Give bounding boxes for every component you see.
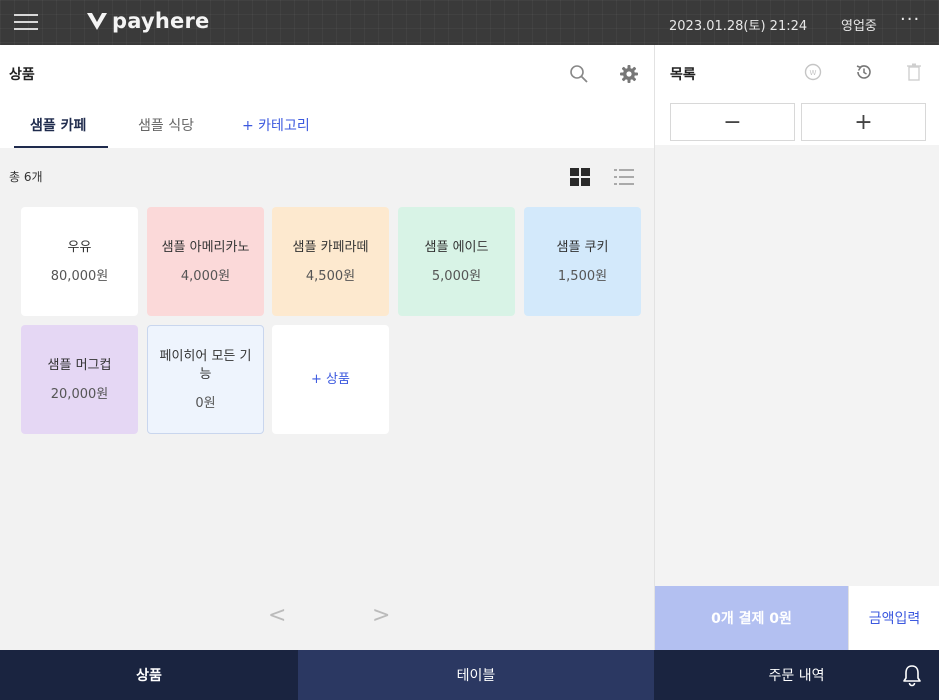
product-grid-area: 총 6개 우유 80,000원 샘플 아메리카노 4,000원 샘플 카페라떼 …	[0, 148, 654, 650]
product-price: 4,500원	[305, 269, 356, 284]
store-status[interactable]: 영업중	[841, 15, 877, 34]
nav-table[interactable]: 테이블	[298, 650, 654, 700]
product-price: 20,000원	[50, 387, 109, 402]
next-page-button[interactable]: >	[372, 603, 390, 628]
add-product-button[interactable]: + 상품	[272, 325, 389, 434]
bell-icon[interactable]	[901, 663, 923, 687]
trash-icon[interactable]	[904, 62, 924, 82]
increase-button[interactable]: +	[801, 103, 926, 141]
category-tabs: 샘플 카페 샘플 식당 + 카테고리	[0, 101, 654, 148]
grid-view-icon[interactable]	[570, 168, 590, 186]
product-price: 5,000원	[431, 269, 482, 284]
product-card[interactable]: 샘플 머그컵 20,000원	[21, 325, 138, 434]
product-name: 샘플 아메리카노	[161, 240, 250, 255]
product-price: 4,000원	[180, 269, 231, 284]
product-count: 총 6개	[9, 170, 43, 184]
products-header: 상품	[0, 45, 654, 101]
product-card[interactable]: 우유 80,000원	[21, 207, 138, 316]
product-name: 샘플 카페라떼	[292, 240, 369, 255]
brand-logo: payhere	[86, 9, 209, 33]
brand-name: payhere	[112, 9, 210, 33]
product-price: 80,000원	[50, 269, 109, 284]
datetime: 2023.01.28(토) 21:24	[669, 19, 808, 34]
amount-input-button[interactable]: 금액입력	[848, 586, 939, 650]
product-name: 샘플 머그컵	[47, 358, 112, 373]
tab-sample-restaurant[interactable]: 샘플 식당	[138, 115, 194, 135]
top-bar: payhere 2023.01.28(토) 21:24 영업중 ···	[0, 0, 939, 45]
coupon-icon[interactable]: W	[803, 62, 823, 82]
product-name: 우유	[67, 240, 92, 255]
product-card[interactable]: 샘플 아메리카노 4,000원	[147, 207, 264, 316]
tab-sample-cafe[interactable]: 샘플 카페	[30, 115, 86, 135]
product-card[interactable]: 샘플 쿠키 1,500원	[524, 207, 641, 316]
products-panel: 상품 샘플 카페 샘플 식당 + 카테고리 총 6개 우유 80,000원 샘플…	[0, 45, 654, 650]
product-name: 샘플 에이드	[424, 240, 489, 255]
product-card[interactable]: 페이히어 모든 기능 0원	[147, 325, 264, 434]
product-price: 1,500원	[557, 269, 608, 284]
prev-page-button[interactable]: <	[268, 603, 286, 628]
product-card[interactable]: 샘플 에이드 5,000원	[398, 207, 515, 316]
bottom-nav: 상품 테이블 주문 내역	[0, 650, 939, 700]
nav-order-history[interactable]: 주문 내역	[654, 650, 939, 700]
payhere-logo-icon	[87, 13, 107, 30]
order-list-title: 목록	[670, 67, 696, 83]
add-product-label: + 상품	[311, 371, 350, 387]
history-icon[interactable]	[854, 62, 874, 82]
order-header: 목록 W	[655, 45, 939, 97]
nav-products[interactable]: 상품	[0, 650, 298, 700]
list-view-icon[interactable]	[614, 168, 634, 186]
add-category-button[interactable]: + 카테고리	[242, 115, 310, 135]
decrease-button[interactable]: −	[670, 103, 795, 141]
pay-button[interactable]: 0개 결제 0원	[655, 586, 848, 650]
more-icon[interactable]: ···	[900, 9, 920, 30]
gear-icon[interactable]	[618, 63, 640, 85]
menu-icon[interactable]	[14, 14, 38, 32]
svg-text:W: W	[810, 69, 817, 77]
quantity-controls: − +	[655, 97, 939, 145]
products-title: 상품	[9, 67, 35, 83]
product-price: 0원	[195, 396, 216, 411]
product-name: 샘플 쿠키	[556, 240, 609, 255]
product-card[interactable]: 샘플 카페라떼 4,500원	[272, 207, 389, 316]
order-panel: 목록 W − + 0개 결제 0원 금액입력	[654, 45, 939, 650]
search-icon[interactable]	[568, 63, 590, 85]
product-name: 페이히어 모든 기능	[159, 349, 252, 382]
